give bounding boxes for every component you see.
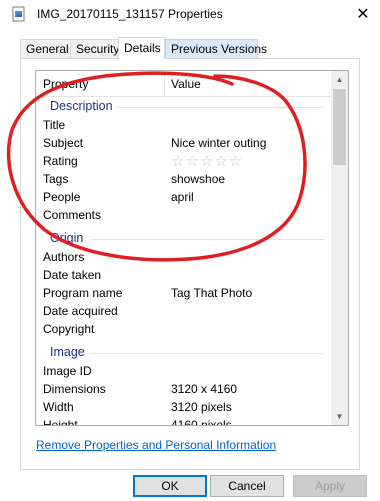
title-bar: IMG_20170115_131157 Properties ✕	[0, 0, 380, 30]
property-value[interactable]: 3120 pixels	[171, 400, 232, 414]
close-icon[interactable]: ✕	[346, 0, 380, 30]
property-name: Comments	[43, 208, 102, 222]
column-header: Property Value	[36, 71, 332, 97]
ok-button[interactable]: OK	[133, 475, 207, 497]
property-row-program-name[interactable]: Program name Tag That Photo	[36, 284, 332, 302]
property-name: Date acquired	[43, 304, 118, 318]
property-value[interactable]: showshoe	[171, 172, 225, 186]
property-name: Tags	[43, 172, 69, 186]
group-origin: Origin	[36, 229, 332, 247]
tab-security[interactable]: Security	[70, 39, 119, 58]
group-divider	[92, 239, 324, 240]
window-title: IMG_20170115_131157 Properties	[37, 7, 223, 21]
property-row-copyright[interactable]: Copyright	[36, 320, 332, 338]
property-name: People	[43, 190, 81, 204]
image-file-icon	[11, 6, 27, 22]
property-name: Rating	[43, 154, 78, 168]
property-name: Height	[43, 418, 78, 426]
property-name: Image ID	[43, 364, 92, 378]
group-divider	[90, 353, 324, 354]
property-name: Copyright	[43, 322, 95, 336]
property-row-title[interactable]: Title	[36, 116, 332, 134]
property-value[interactable]: 3120 x 4160	[171, 382, 237, 396]
property-row-date-taken[interactable]: Date taken	[36, 266, 332, 284]
property-value[interactable]: 4160 pixels	[171, 418, 232, 425]
property-row-image-id[interactable]: Image ID	[36, 362, 332, 380]
group-description: Description	[36, 97, 332, 115]
scroll-thumb[interactable]	[333, 89, 346, 165]
tab-general[interactable]: General	[20, 39, 71, 58]
property-value[interactable]: Nice winter outing	[171, 136, 266, 150]
property-name: Program name	[43, 286, 123, 300]
group-image: Image	[36, 343, 332, 361]
property-value[interactable]: april	[171, 190, 194, 204]
column-header-value[interactable]: Value	[171, 77, 201, 91]
group-label: Image	[50, 345, 85, 359]
property-name: Subject	[43, 136, 84, 150]
property-name: Title	[43, 118, 66, 132]
tab-details[interactable]: Details	[118, 37, 165, 59]
group-label: Origin	[50, 231, 84, 245]
property-row-rating[interactable]: Rating ☆☆☆☆☆	[36, 152, 332, 170]
scroll-down-arrow-icon[interactable]: ▼	[331, 408, 348, 425]
column-header-property[interactable]: Property	[43, 77, 88, 91]
property-row-comments[interactable]: Comments	[36, 206, 332, 224]
property-row-authors[interactable]: Authors	[36, 248, 332, 266]
scroll-up-arrow-icon[interactable]: ▲	[331, 71, 348, 88]
property-name: Width	[43, 400, 74, 414]
property-row-dimensions[interactable]: Dimensions 3120 x 4160	[36, 380, 332, 398]
property-row-people[interactable]: People april	[36, 188, 332, 206]
tab-previous-versions[interactable]: Previous Versions	[165, 39, 267, 58]
property-row-date-acquired[interactable]: Date acquired	[36, 302, 332, 320]
property-row-subject[interactable]: Subject Nice winter outing	[36, 134, 332, 152]
properties-list[interactable]: Property Value Description Title Subject…	[35, 70, 349, 426]
rating-stars[interactable]: ☆☆☆☆☆	[171, 152, 243, 170]
group-label: Description	[50, 99, 113, 113]
vertical-scrollbar[interactable]: ▲ ▼	[331, 71, 348, 425]
cancel-button[interactable]: Cancel	[210, 475, 284, 497]
property-value[interactable]: Tag That Photo	[171, 286, 252, 300]
property-row-tags[interactable]: Tags showshoe	[36, 170, 332, 188]
property-name: Authors	[43, 250, 85, 264]
property-name: Dimensions	[43, 382, 106, 396]
property-row-width[interactable]: Width 3120 pixels	[36, 398, 332, 416]
property-name: Date taken	[43, 268, 102, 282]
remove-properties-link[interactable]: Remove Properties and Personal Informati…	[36, 438, 276, 452]
property-row-height[interactable]: Height 4160 pixels	[36, 416, 332, 426]
group-divider	[116, 107, 324, 108]
apply-button[interactable]: Apply	[293, 475, 367, 497]
column-separator[interactable]	[164, 73, 165, 95]
